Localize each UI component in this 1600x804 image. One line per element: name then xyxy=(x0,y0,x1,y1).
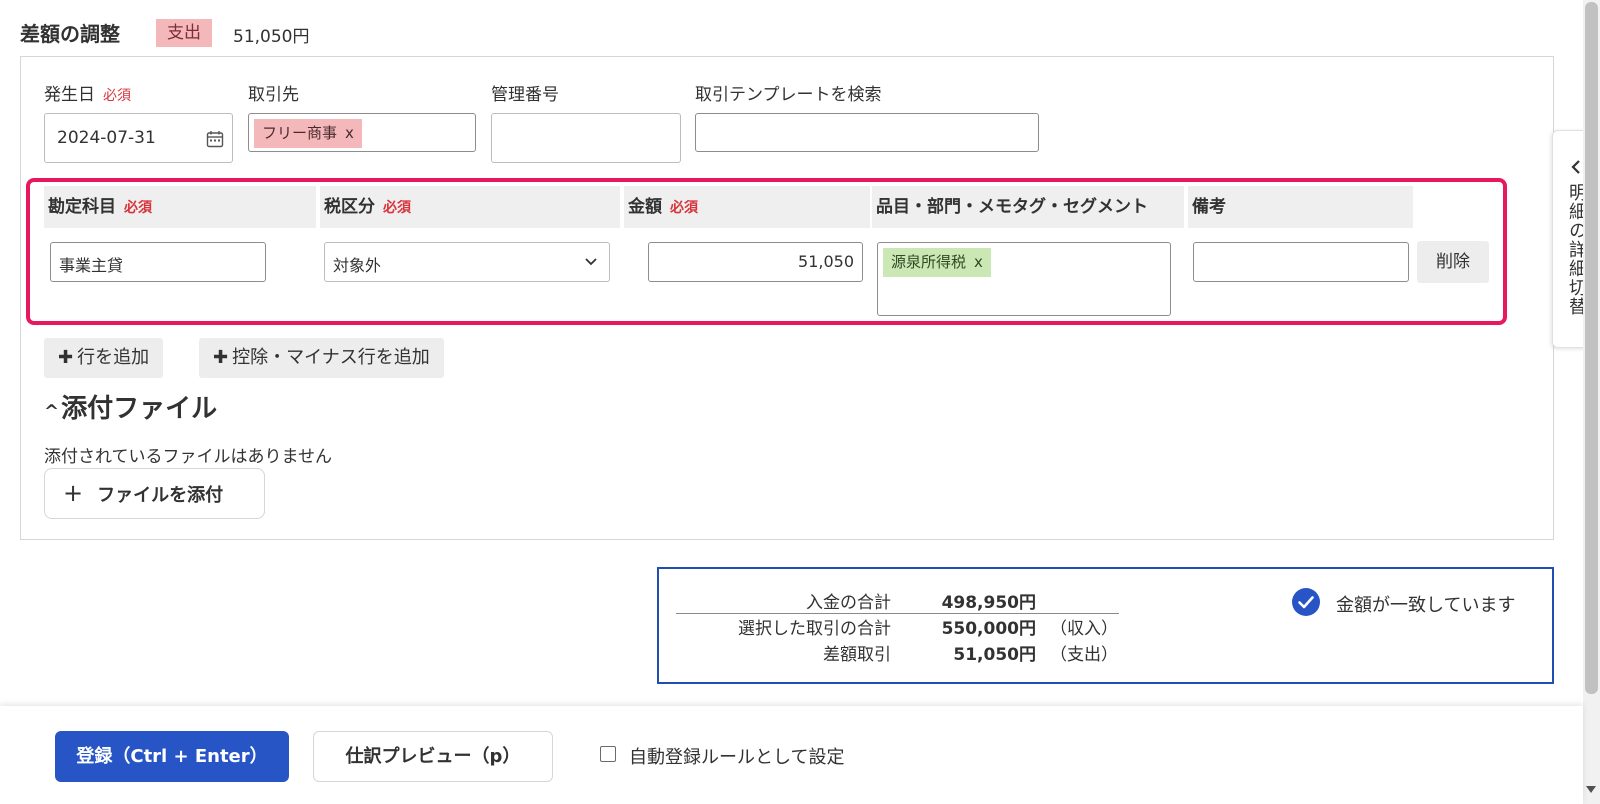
date-input[interactable]: 2024-07-31 xyxy=(44,113,233,163)
required-mark: 必須 xyxy=(103,88,131,104)
auto-rule-label[interactable]: 自動登録ルールとして設定 xyxy=(629,743,844,769)
col-header-tax: 税区分 必須 xyxy=(320,186,620,228)
mgmt-number-label: 管理番号 xyxy=(491,85,559,105)
check-circle-icon xyxy=(1292,588,1320,616)
plus-icon: ✚ xyxy=(58,347,74,368)
template-search-input[interactable] xyxy=(695,113,1039,152)
summary-label: 選択した取引の合計 xyxy=(738,619,891,639)
account-value: 事業主貸 xyxy=(59,256,124,275)
amount-input[interactable]: 51,050 xyxy=(648,242,863,282)
add-row-button[interactable]: ✚ 行を追加 xyxy=(44,338,164,378)
partner-tag: フリー商事 x xyxy=(254,119,362,148)
col-header-amount: 金額 必須 xyxy=(624,186,870,228)
item-tag: 源泉所得税 x xyxy=(883,248,991,277)
amount-value: 51,050 xyxy=(798,252,854,271)
scroll-down-icon[interactable] xyxy=(1586,786,1596,793)
attachments-toggle[interactable]: ^添付ファイル xyxy=(44,388,217,425)
tax-select[interactable]: 対象外 xyxy=(324,242,610,282)
date-label: 発生日 必須 xyxy=(44,85,131,105)
partner-label: 取引先 xyxy=(248,85,299,105)
header-amount: 51,050円 xyxy=(233,27,310,47)
add-deduction-row-button[interactable]: ✚ 控除・マイナス行を追加 xyxy=(199,338,444,378)
expense-badge: 支出 xyxy=(156,19,212,47)
chevron-left-icon xyxy=(1571,160,1580,174)
mgmt-number-input[interactable] xyxy=(491,113,681,163)
partner-input[interactable]: フリー商事 x xyxy=(248,113,476,152)
chevron-up-icon: ^ xyxy=(44,401,60,422)
summary-label: 差額取引 xyxy=(823,645,891,665)
auto-rule-checkbox[interactable] xyxy=(600,746,616,762)
memo-input[interactable] xyxy=(1193,242,1409,282)
date-value: 2024-07-31 xyxy=(57,128,156,148)
summary-value: 550,000円 xyxy=(941,619,1036,639)
summary-note: （支出） xyxy=(1050,645,1118,665)
scrollbar-thumb[interactable] xyxy=(1585,2,1598,694)
remove-partner-tag-icon[interactable]: x xyxy=(345,124,354,142)
plus-icon: + xyxy=(63,479,84,507)
journal-preview-button[interactable]: 仕訳プレビュー（p） xyxy=(313,731,553,782)
register-button[interactable]: 登録（Ctrl + Enter） xyxy=(55,731,289,782)
account-input[interactable]: 事業主貸 xyxy=(50,242,266,282)
col-header-item: 品目・部門・メモタグ・セグメント xyxy=(872,186,1184,228)
section-title: 差額の調整 xyxy=(20,22,120,46)
plus-icon: ✚ xyxy=(213,347,229,368)
remove-item-tag-icon[interactable]: x xyxy=(974,253,983,271)
col-header-account: 勘定科目 必須 xyxy=(44,186,316,228)
col-header-memo: 備考 xyxy=(1188,186,1413,228)
attach-file-button[interactable]: + ファイルを添付 xyxy=(44,468,265,519)
attachments-empty-text: 添付されているファイルはありません xyxy=(44,447,332,467)
chevron-down-icon xyxy=(585,258,597,266)
item-tags-input[interactable]: 源泉所得税 x xyxy=(877,242,1171,316)
tax-value: 対象外 xyxy=(333,256,382,275)
summary-value: 498,950円 xyxy=(941,593,1036,613)
summary-value: 51,050円 xyxy=(953,645,1036,665)
delete-row-button[interactable]: 削除 xyxy=(1417,241,1489,283)
summary-note: （収入） xyxy=(1050,619,1118,639)
summary-label: 入金の合計 xyxy=(806,593,891,613)
template-search-label: 取引テンプレートを検索 xyxy=(695,85,882,105)
calendar-icon[interactable] xyxy=(206,130,224,148)
amount-match-status: 金額が一致しています xyxy=(1336,595,1516,616)
